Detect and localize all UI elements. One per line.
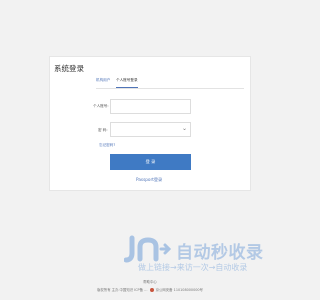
police-badge-icon	[149, 288, 154, 292]
login-title: 系统登录	[54, 64, 84, 73]
watermark-title: 自动秒收录	[176, 243, 264, 263]
forgot-password-link[interactable]: 忘记密码?	[99, 143, 115, 148]
password-label: 密 码:	[98, 128, 108, 132]
watermark-slogan: 做上链接→来访一次→自动收录	[138, 263, 248, 272]
login-button[interactable]: 登 录	[110, 154, 191, 170]
account-input[interactable]	[110, 99, 191, 114]
watermark: 自动秒收录 做上链接→来访一次→自动收录	[124, 235, 294, 277]
footer: 帮助中心 版权所有 主办 中国知识 ICP备 … 京公网安备 110108000…	[0, 279, 300, 292]
watermark-logo-icon	[124, 235, 172, 263]
public-security-record: 京公网安备 110108000000号	[155, 288, 203, 292]
passport-login-link[interactable]: Passport登录	[136, 177, 162, 183]
login-tabs: 机构用户 个人账号登录	[96, 77, 244, 89]
password-input[interactable]: ⌄	[110, 122, 191, 137]
tab-institution-user[interactable]: 机构用户	[96, 77, 110, 87]
copyright-text: 版权所有 主办 中国知识 ICP备 …	[97, 288, 148, 292]
help-center-link[interactable]: 帮助中心	[0, 279, 300, 284]
tab-personal-account[interactable]: 个人账号登录	[116, 77, 138, 88]
login-card: 系统登录 机构用户 个人账号登录 个人账号: 密 码: ⌄ 忘记密码? 登 录 …	[49, 56, 251, 191]
chevron-down-icon[interactable]: ⌄	[182, 126, 187, 132]
account-label: 个人账号:	[93, 104, 109, 108]
footer-copyright: 版权所有 主办 中国知识 ICP备 … 京公网安备 110108000000号	[0, 287, 300, 292]
